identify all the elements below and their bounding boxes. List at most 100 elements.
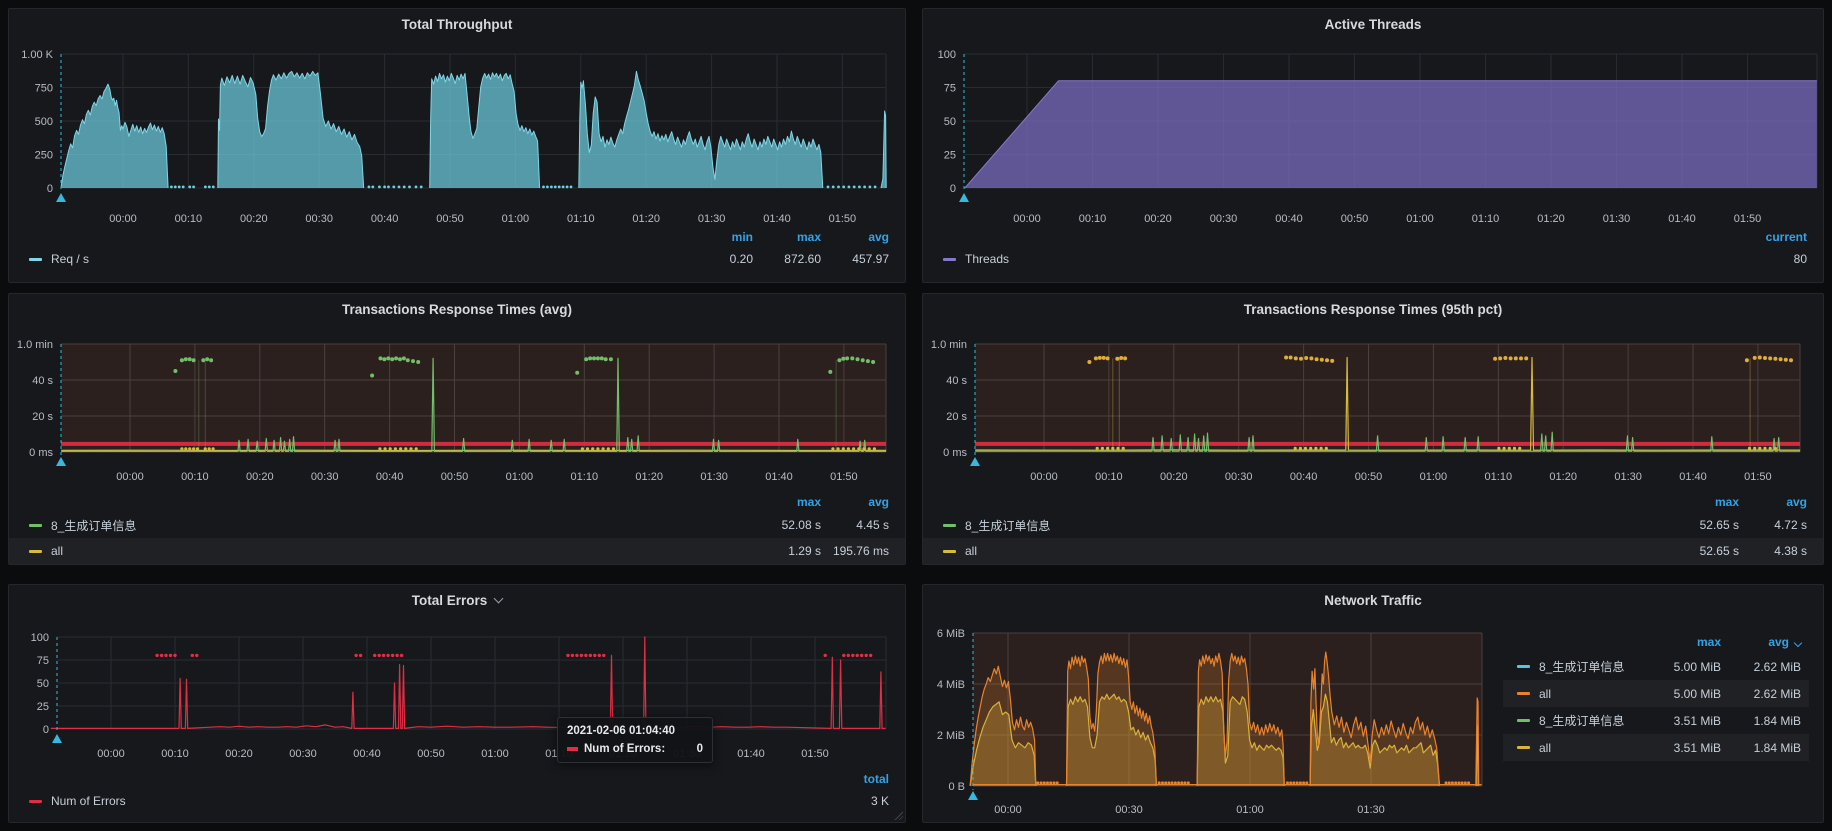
scatter-point [1779, 357, 1783, 361]
legend-series-order-recv[interactable]: 8_生成订单信息 [1539, 712, 1624, 729]
x-axis-tick-label: 00:50 [441, 471, 469, 483]
y-axis-tick-label: 500 [35, 116, 53, 128]
x-axis-tick-label: 00:50 [417, 748, 445, 760]
x-axis-tick-label: 01:20 [1549, 471, 1577, 483]
scatter-point [837, 358, 841, 362]
panel-title-network-traffic[interactable]: Network Traffic [923, 585, 1823, 615]
scatter-point [604, 357, 608, 361]
legend-row: 8_生成订单信息 5.00 MiB 2.62 MiB [1503, 653, 1809, 680]
legend-header-min[interactable]: min [685, 230, 753, 244]
legend-header-avg[interactable]: avg [1721, 635, 1801, 649]
scatter-point [1284, 356, 1288, 360]
stat-max: 52.65 s [1671, 544, 1739, 558]
scatter-point [359, 654, 362, 657]
panel-title-active-threads[interactable]: Active Threads [923, 9, 1823, 39]
scatter-point [550, 186, 553, 189]
x-axis-tick-label: 01:40 [1668, 213, 1696, 225]
scatter-point [1315, 357, 1319, 361]
panel-total-throughput: Total Throughput 02505007501.00 K00:0000… [8, 8, 906, 283]
scatter-point [596, 447, 599, 450]
panel-title-total-errors[interactable]: Total Errors [9, 585, 905, 615]
y-axis-tick-label: 1.00 K [21, 49, 53, 61]
legend-header-max[interactable]: max [753, 230, 821, 244]
scatter-point [869, 654, 872, 657]
legend-series-all-recv[interactable]: all [1539, 741, 1551, 755]
series-marker-icon [943, 258, 956, 261]
x-axis-tick-label: 00:00 [1013, 213, 1041, 225]
legend-header-max[interactable]: max [1671, 495, 1739, 509]
scatter-point [1763, 356, 1767, 360]
scatter-point [173, 369, 177, 373]
series-marker-icon [29, 524, 42, 527]
scatter-point [170, 186, 173, 189]
panel-title-text: Transactions Response Times (95th pct) [1244, 302, 1503, 317]
y-axis-tick-label: 100 [31, 632, 49, 644]
legend-series-order-sent[interactable]: 8_生成订单信息 [1539, 658, 1624, 675]
legend-header-current[interactable]: current [1739, 230, 1807, 244]
scatter-point [1498, 356, 1502, 360]
y-axis-tick-label: 75 [37, 655, 49, 667]
scatter-point [192, 186, 195, 189]
legend-series-order[interactable]: 8_生成订单信息 [51, 517, 136, 534]
x-axis-tick-label: 01:50 [829, 213, 857, 225]
scatter-point [378, 447, 381, 450]
scatter-point [371, 186, 374, 189]
scatter-point [546, 186, 549, 189]
scatter-point [155, 654, 158, 657]
legend-header-max[interactable]: max [1641, 635, 1721, 649]
scatter-point [850, 356, 854, 360]
panel-title-text: Active Threads [1325, 17, 1422, 32]
y-axis-tick-label: 1.0 min [931, 339, 967, 351]
panel-title-rt-95[interactable]: Transactions Response Times (95th pct) [923, 294, 1823, 324]
legend-series-all-sent[interactable]: all [1539, 687, 1551, 701]
scatter-point [408, 186, 411, 189]
scatter-point [1177, 781, 1180, 784]
scatter-point [182, 186, 185, 189]
legend-header-total[interactable]: total [821, 772, 889, 786]
scatter-point [562, 186, 565, 189]
scatter-point [196, 447, 199, 450]
x-axis-tick-label: 01:30 [698, 213, 726, 225]
legend-series-order[interactable]: 8_生成订单信息 [965, 517, 1050, 534]
x-axis-tick-label: 00:30 [305, 213, 333, 225]
y-axis-tick-label: 2 MiB [937, 730, 965, 742]
scatter-point [205, 357, 209, 361]
y-axis-tick-label: 20 s [946, 411, 967, 423]
scatter-point [1509, 356, 1513, 360]
x-axis-tick-label: 00:20 [246, 471, 274, 483]
panel-title-total-throughput[interactable]: Total Throughput [9, 9, 905, 39]
tooltip-series-marker-icon [567, 747, 578, 751]
scatter-point [1457, 781, 1460, 784]
y-axis-tick-label: 0 ms [943, 447, 967, 459]
stat-avg: 4.45 s [821, 518, 889, 532]
legend-header-avg[interactable]: avg [821, 230, 889, 244]
scatter-point [862, 447, 865, 450]
legend-header-avg[interactable]: avg [821, 495, 889, 509]
x-axis-tick-label: 01:00 [502, 213, 530, 225]
scatter-point [554, 186, 557, 189]
x-axis-tick-label: 00:00 [97, 748, 125, 760]
scatter-point [1180, 781, 1183, 784]
scatter-point [1758, 356, 1762, 360]
legend-series-threads[interactable]: Threads [965, 252, 1009, 266]
legend-header-max[interactable]: max [753, 495, 821, 509]
legend-series-all[interactable]: all [51, 544, 63, 558]
x-axis-tick-label: 00:20 [240, 213, 268, 225]
legend-header-avg[interactable]: avg [1739, 495, 1807, 509]
scatter-point [212, 447, 215, 450]
legend-series-num-errors[interactable]: Num of Errors [51, 794, 126, 808]
scatter-point [852, 447, 855, 450]
legend-row: all 5.00 MiB 2.62 MiB [1503, 680, 1809, 707]
legend-row: all 52.65 s 4.38 s [923, 538, 1823, 564]
scatter-point [389, 447, 392, 450]
scatter-point [191, 654, 194, 657]
scatter-point [1514, 356, 1518, 360]
legend-row: 8_生成订单信息 3.51 MiB 1.84 MiB [1503, 707, 1809, 734]
scatter-point [368, 186, 371, 189]
scatter-point [1299, 447, 1302, 450]
legend-header-row: min max avg [9, 227, 905, 247]
panel-title-rt-avg[interactable]: Transactions Response Times (avg) [9, 294, 905, 324]
legend-series-req-s[interactable]: Req / s [51, 252, 89, 266]
legend-series-all[interactable]: all [965, 544, 977, 558]
scatter-point [1320, 447, 1323, 450]
